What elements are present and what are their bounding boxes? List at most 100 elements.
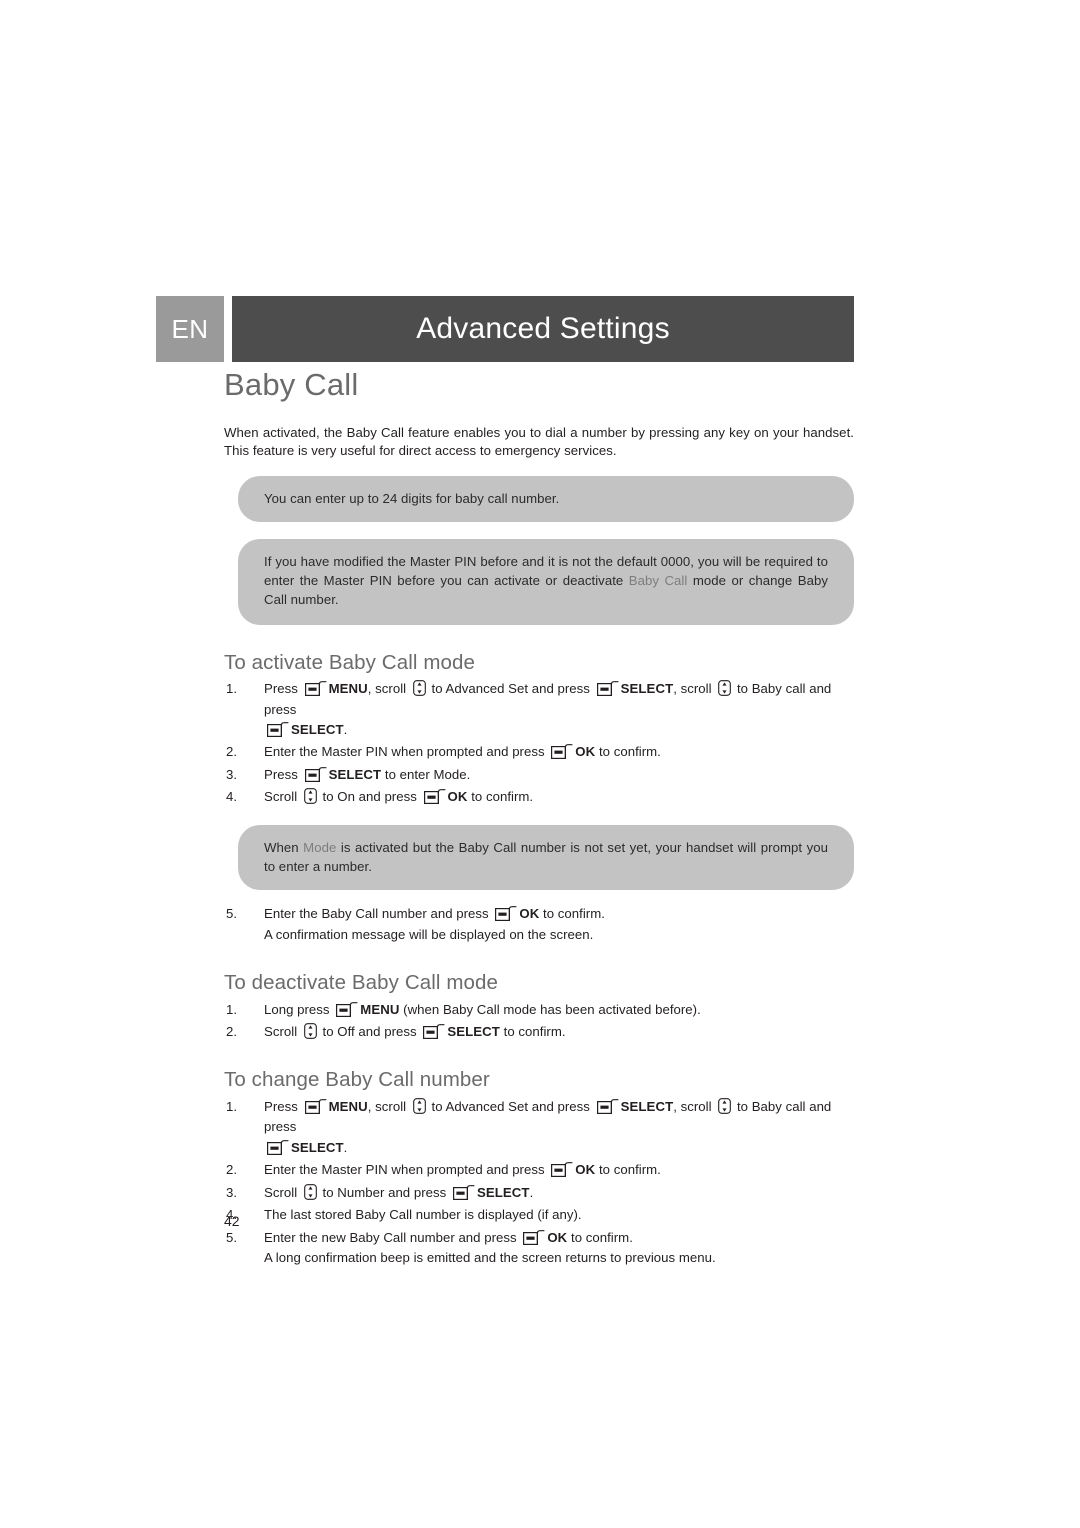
- note-digits: You can enter up to 24 digits for baby c…: [238, 475, 854, 523]
- scroll-updown-icon: [718, 1098, 732, 1114]
- scroll-updown-icon: [412, 1098, 426, 1114]
- header-gap: [224, 296, 232, 362]
- step-seg: to confirm.: [539, 906, 605, 922]
- step-number: 4.: [226, 789, 238, 805]
- step-seg: Long press: [264, 1001, 334, 1017]
- step-seg: Press: [264, 681, 302, 697]
- section-heading-deactivate: To deactivate Baby Call mode: [224, 970, 499, 994]
- step-seg: , scroll: [367, 1099, 410, 1114]
- note-mode-part1: When: [264, 839, 304, 855]
- page-title: Baby Call: [224, 367, 359, 402]
- page-number: 42: [224, 1213, 240, 1229]
- step-seg: to confirm.: [467, 789, 534, 805]
- softkey-icon: [304, 1099, 327, 1114]
- step-seg: .: [343, 1139, 348, 1155]
- step-item: 2. Scroll to Off and press SELECT to conf…: [224, 1022, 854, 1042]
- step-item: 3. Scroll to Number and press SELECT.: [224, 1183, 854, 1203]
- header-banner: Advanced Settings: [232, 296, 854, 362]
- note-master-pin: If you have modified the Master PIN befo…: [238, 539, 854, 625]
- page-header: EN Advanced Settings: [156, 296, 854, 362]
- step-number: 2.: [226, 1162, 238, 1178]
- step-seg: The last stored Baby Call number is disp…: [264, 1207, 582, 1223]
- scroll-updown-icon: [304, 788, 317, 805]
- step-number: 2.: [226, 1023, 238, 1039]
- step-seg: .: [529, 1184, 534, 1200]
- step-number: 1.: [226, 1099, 238, 1114]
- softkey-icon: [596, 681, 619, 697]
- step-seg: Press: [264, 766, 302, 782]
- softkey-icon: [423, 1024, 445, 1039]
- step-seg: Enter the new Baby Call number and press: [264, 1229, 521, 1245]
- language-badge-label: EN: [171, 313, 209, 344]
- softkey-icon: [551, 744, 573, 760]
- softkey-icon: [336, 1001, 358, 1017]
- note-pin-highlight: Baby Call: [628, 573, 688, 589]
- key-label: OK: [575, 744, 596, 760]
- step-seg: Enter the Master PIN when prompted and p…: [264, 1162, 549, 1178]
- key-label: MENU: [328, 1099, 368, 1114]
- softkey-icon: [267, 722, 289, 737]
- step-seg: to confirm.: [595, 744, 661, 760]
- section-heading-change-number: To change Baby Call number: [224, 1068, 490, 1092]
- step-seg: to Advanced Set and press: [427, 681, 594, 697]
- step-seg: Scroll: [264, 789, 301, 805]
- step-seg: to Advanced Set and press: [427, 1099, 594, 1114]
- intro-paragraph: When activated, the Baby Call feature en…: [224, 425, 854, 458]
- step-number: 1.: [226, 1001, 238, 1017]
- step-seg: to enter Mode.: [381, 766, 471, 782]
- softkey-icon: [304, 681, 327, 697]
- step-seg: Scroll: [264, 1023, 301, 1039]
- key-label: SELECT: [291, 1139, 344, 1155]
- steps-change-number: 1. Press MENU, scroll to Advanced Set and…: [224, 1097, 854, 1269]
- note-mode-part2: is activated but the Baby Call number is…: [264, 839, 828, 874]
- step-subline: SELECT.: [264, 720, 854, 740]
- step-seg: to confirm.: [567, 1229, 633, 1245]
- step-seg: .: [343, 721, 348, 737]
- key-label: OK: [575, 1162, 596, 1178]
- step-seg: (when Baby Call mode has been activated …: [399, 1001, 701, 1017]
- step-seg: Scroll: [264, 1184, 301, 1200]
- step-number: 3.: [226, 1184, 238, 1200]
- step-item: 1. Press MENU, scroll to Advanced Set and…: [224, 1097, 854, 1158]
- step-item: 2. Enter the Master PIN when prompted and…: [224, 742, 854, 762]
- step-seg: to confirm.: [499, 1023, 566, 1039]
- key-label: SELECT: [447, 1023, 500, 1039]
- step-seg: , scroll: [673, 1099, 716, 1114]
- steps-deactivate: 1. Long press MENU (when Baby Call mode h…: [224, 1000, 854, 1043]
- step-item: 1. Press MENU, scroll to Advanced Set and…: [224, 679, 854, 740]
- step-item: 2. Enter the Master PIN when prompted and…: [224, 1160, 854, 1180]
- header-banner-title: Advanced Settings: [416, 312, 670, 345]
- scroll-updown-icon: [304, 1023, 317, 1039]
- step-subline: A long confirmation beep is emitted and …: [264, 1250, 716, 1266]
- step-number: 5.: [226, 1229, 238, 1245]
- steps-activate-cont: 5. Enter the Baby Call number and press O…: [224, 904, 854, 945]
- softkey-icon: [304, 766, 327, 782]
- step-number: 2.: [226, 744, 238, 760]
- scroll-updown-icon: [304, 1183, 317, 1200]
- step-seg: , scroll: [367, 681, 410, 697]
- softkey-icon: [452, 1184, 475, 1200]
- softkey-icon: [267, 1140, 289, 1155]
- step-item: 5. Enter the new Baby Call number and pre…: [224, 1228, 854, 1269]
- step-item: 1. Long press MENU (when Baby Call mode h…: [224, 1000, 854, 1020]
- key-label: SELECT: [476, 1184, 530, 1200]
- key-label: MENU: [328, 681, 368, 697]
- key-label: SELECT: [328, 766, 382, 782]
- step-number: 3.: [226, 766, 238, 782]
- step-seg: Enter the Master PIN when prompted and p…: [264, 744, 549, 760]
- key-label: SELECT: [620, 1099, 674, 1114]
- step-item: 4. The last stored Baby Call number is di…: [224, 1205, 854, 1225]
- page-content: Baby Call When activated, the Baby Call …: [224, 367, 854, 1271]
- key-label: OK: [519, 906, 540, 922]
- key-label: SELECT: [291, 721, 344, 737]
- softkey-icon: [523, 1229, 545, 1245]
- step-item: 3. Press SELECT to enter Mode.: [224, 765, 854, 785]
- step-seg: Enter the Baby Call number and press: [264, 906, 493, 922]
- step-seg: Press: [264, 1099, 302, 1114]
- key-label: OK: [447, 789, 468, 805]
- manual-page: EN Advanced Settings Baby Call When acti…: [0, 0, 1080, 1528]
- softkey-icon: [551, 1162, 573, 1178]
- section-heading-activate: To activate Baby Call mode: [224, 650, 476, 674]
- key-label: SELECT: [620, 681, 674, 697]
- step-seg: to Off and press: [318, 1023, 421, 1039]
